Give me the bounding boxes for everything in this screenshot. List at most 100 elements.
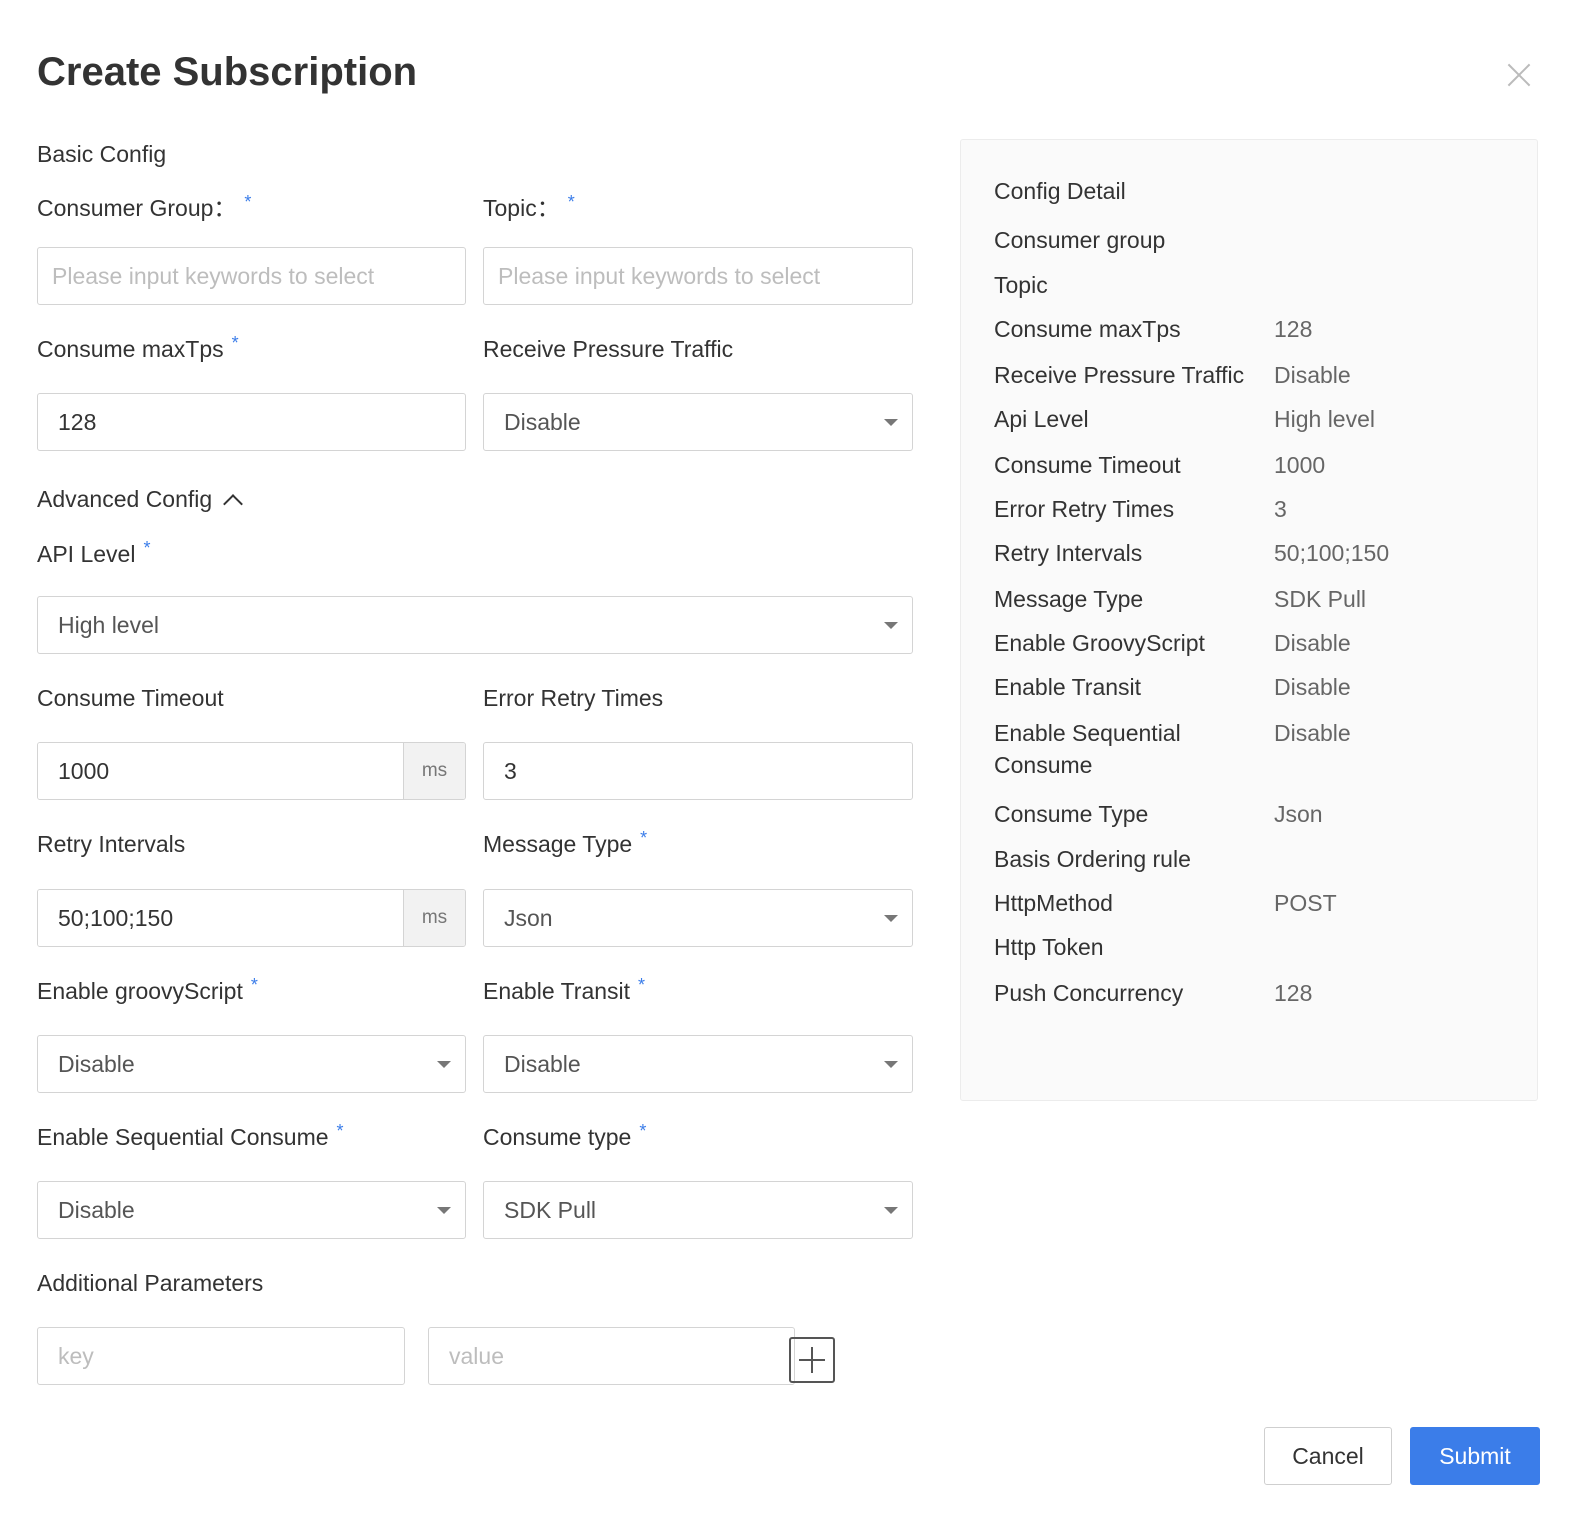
required-mark: * — [567, 192, 575, 212]
cancel-button[interactable]: Cancel — [1264, 1427, 1392, 1485]
api-level-label: API Level * — [37, 538, 151, 567]
retry-intervals-input-group: ms — [37, 889, 466, 947]
api-level-select[interactable]: High level — [37, 596, 913, 654]
detail-key: Receive Pressure Traffic — [994, 362, 1245, 388]
required-mark: * — [336, 1121, 344, 1141]
groovy-script-select[interactable]: Disable — [37, 1035, 466, 1093]
detail-key: Consume Timeout — [994, 452, 1181, 478]
pressure-traffic-value: Disable — [504, 409, 581, 435]
groovy-script-label: Enable groovyScript * — [37, 975, 258, 1004]
basic-config-heading: Basic Config — [37, 141, 167, 167]
detail-key: Http Token — [994, 934, 1104, 960]
transit-select[interactable]: Disable — [483, 1035, 913, 1093]
chevron-up-icon — [223, 494, 244, 514]
detail-key: Topic — [994, 272, 1048, 298]
pressure-traffic-label: Receive Pressure Traffic — [483, 336, 734, 362]
detail-value: High level — [1274, 406, 1375, 432]
transit-label: Enable Transit * — [483, 975, 646, 1004]
detail-value: 3 — [1274, 496, 1287, 522]
retry-intervals-input[interactable] — [38, 890, 403, 946]
detail-key: Enable Sequential Consume — [994, 720, 1181, 778]
timeout-unit: ms — [403, 743, 465, 799]
transit-value: Disable — [504, 1051, 581, 1077]
caret-down-icon — [437, 1207, 451, 1214]
caret-down-icon — [884, 915, 898, 922]
detail-key: Retry Intervals — [994, 540, 1143, 566]
required-mark: * — [244, 192, 252, 212]
consumer-group-input-wrap — [37, 247, 466, 305]
caret-down-icon — [437, 1061, 451, 1068]
param-value-input[interactable] — [429, 1328, 794, 1384]
detail-key: Consume Type — [994, 801, 1149, 827]
detail-key: Enable Transit — [994, 674, 1142, 700]
close-icon[interactable] — [1504, 60, 1534, 90]
detail-value: SDK Pull — [1274, 586, 1367, 612]
detail-key: Consume maxTps — [994, 316, 1181, 342]
topic-input-wrap — [483, 247, 913, 305]
sequential-consume-label: Enable Sequential Consume * — [37, 1121, 344, 1150]
detail-value: 128 — [1274, 316, 1313, 342]
detail-value: 128 — [1274, 980, 1313, 1006]
retry-intervals-label: Retry Intervals — [37, 831, 186, 857]
config-detail-title: Config Detail — [994, 178, 1126, 204]
retry-times-input-wrap — [483, 742, 913, 800]
sequential-consume-select[interactable]: Disable — [37, 1181, 466, 1239]
max-tps-label: Consume maxTps * — [37, 333, 239, 362]
retry-times-label: Error Retry Times — [483, 685, 664, 711]
max-tps-input[interactable] — [38, 394, 465, 450]
timeout-input[interactable] — [38, 743, 403, 799]
advanced-config-toggle[interactable]: Advanced Config — [37, 486, 244, 514]
detail-key: HttpMethod — [994, 890, 1113, 916]
required-mark: * — [143, 538, 151, 558]
detail-key: Enable GroovyScript — [994, 630, 1205, 656]
retry-times-input[interactable] — [484, 743, 912, 799]
caret-down-icon — [884, 1061, 898, 1068]
add-param-plus-icon[interactable] — [789, 1337, 835, 1383]
param-value-input-wrap — [428, 1327, 795, 1385]
message-type-label: Message Type * — [483, 828, 648, 857]
consume-type-select[interactable]: SDK Pull — [483, 1181, 913, 1239]
timeout-input-group: ms — [37, 742, 466, 800]
detail-value: POST — [1274, 890, 1337, 916]
message-type-value: Json — [504, 905, 553, 931]
consume-type-value: SDK Pull — [504, 1197, 597, 1223]
api-level-value: High level — [58, 612, 159, 638]
detail-value: Disable — [1274, 720, 1351, 746]
required-mark: * — [231, 333, 239, 353]
message-type-select[interactable]: Json — [483, 889, 913, 947]
submit-button[interactable]: Submit — [1410, 1427, 1540, 1485]
detail-key: Push Concurrency — [994, 980, 1184, 1006]
detail-value: Json — [1274, 801, 1323, 827]
groovy-script-value: Disable — [58, 1051, 135, 1077]
sequential-consume-value: Disable — [58, 1197, 135, 1223]
caret-down-icon — [884, 1207, 898, 1214]
dialog-title: Create Subscription — [37, 50, 418, 94]
detail-value: Disable — [1274, 362, 1351, 388]
param-key-input-wrap — [37, 1327, 405, 1385]
detail-key: Error Retry Times — [994, 496, 1175, 522]
required-mark: * — [638, 975, 646, 995]
detail-key: Basis Ordering rule — [994, 846, 1191, 872]
detail-value: 1000 — [1274, 452, 1326, 478]
timeout-label: Consume Timeout — [37, 685, 224, 711]
consumer-group-input[interactable] — [38, 248, 465, 304]
caret-down-icon — [884, 419, 898, 426]
detail-value: 50;100;150 — [1274, 540, 1390, 566]
required-mark: * — [640, 828, 648, 848]
topic-input[interactable] — [484, 248, 912, 304]
pressure-traffic-select[interactable]: Disable — [483, 393, 913, 451]
retry-intervals-unit: ms — [403, 890, 465, 946]
additional-params-label: Additional Parameters — [37, 1270, 264, 1296]
detail-key: Message Type — [994, 586, 1144, 612]
detail-key: Consumer group — [994, 227, 1166, 253]
detail-key: Api Level — [994, 406, 1089, 432]
max-tps-input-wrap — [37, 393, 466, 451]
consumer-group-label: Consumer Group： * — [37, 192, 252, 221]
consume-type-label: Consume type * — [483, 1121, 647, 1150]
param-key-input[interactable] — [38, 1328, 404, 1384]
required-mark: * — [250, 975, 258, 995]
topic-label: Topic： * — [483, 192, 575, 221]
detail-value: Disable — [1274, 674, 1351, 700]
required-mark: * — [639, 1121, 647, 1141]
config-detail-panel: Config Detail Consumer group Topic Consume… — [960, 139, 1538, 1101]
